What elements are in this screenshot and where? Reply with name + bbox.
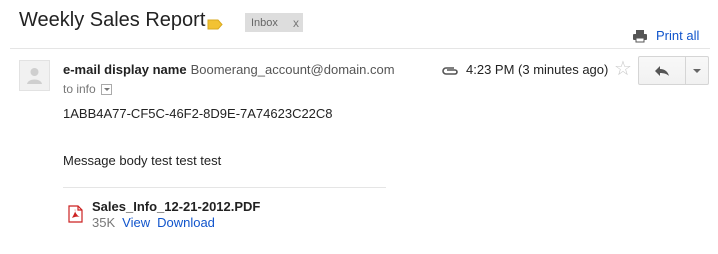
attachment-filename[interactable]: Sales_Info_12-21-2012.PDF (92, 199, 260, 214)
inbox-label-chip[interactable]: Inbox x (245, 13, 303, 32)
paperclip-icon (441, 64, 459, 82)
star-icon[interactable]: ☆ (614, 57, 632, 81)
chevron-down-icon (693, 68, 701, 73)
print-all-link[interactable]: Print all (656, 28, 699, 43)
header-divider (10, 48, 710, 49)
email-subject: Weekly Sales Report (19, 9, 206, 31)
printer-icon[interactable] (632, 29, 648, 48)
recipient-line: to info (63, 82, 112, 96)
inbox-label-text: Inbox (251, 16, 278, 29)
more-actions-button[interactable] (685, 57, 708, 84)
sender-email[interactable]: Boomerang_account@domain.com (191, 62, 395, 77)
message-id-line: 1ABB4A77-CF5C-46F2-8D9E-7A74623C22C8 (63, 106, 333, 121)
pdf-file-icon (68, 205, 84, 228)
avatar-icon (27, 68, 42, 84)
message-timestamp: 4:23 PM (3 minutes ago) (466, 62, 609, 77)
message-actions (638, 56, 709, 85)
recipient-text: to info (63, 82, 96, 96)
message-body: Message body test test test (63, 153, 222, 168)
attachment-size: 35K (92, 215, 116, 230)
attachment-divider (63, 187, 386, 188)
show-details-dropdown[interactable] (100, 83, 112, 95)
remove-label-button[interactable]: x (289, 16, 303, 30)
view-attachment-link[interactable]: View (122, 215, 150, 230)
sender-name[interactable]: e-mail display name (63, 62, 187, 77)
reply-arrow-icon (655, 65, 669, 76)
sender-line: e-mail display name Boomerang_account@dom… (63, 62, 395, 77)
download-attachment-link[interactable]: Download (157, 215, 215, 230)
avatar[interactable] (19, 60, 50, 91)
attachment-meta: 35K View Download (92, 215, 215, 230)
reply-button[interactable] (639, 57, 685, 84)
label-tag-icon[interactable] (207, 17, 223, 35)
